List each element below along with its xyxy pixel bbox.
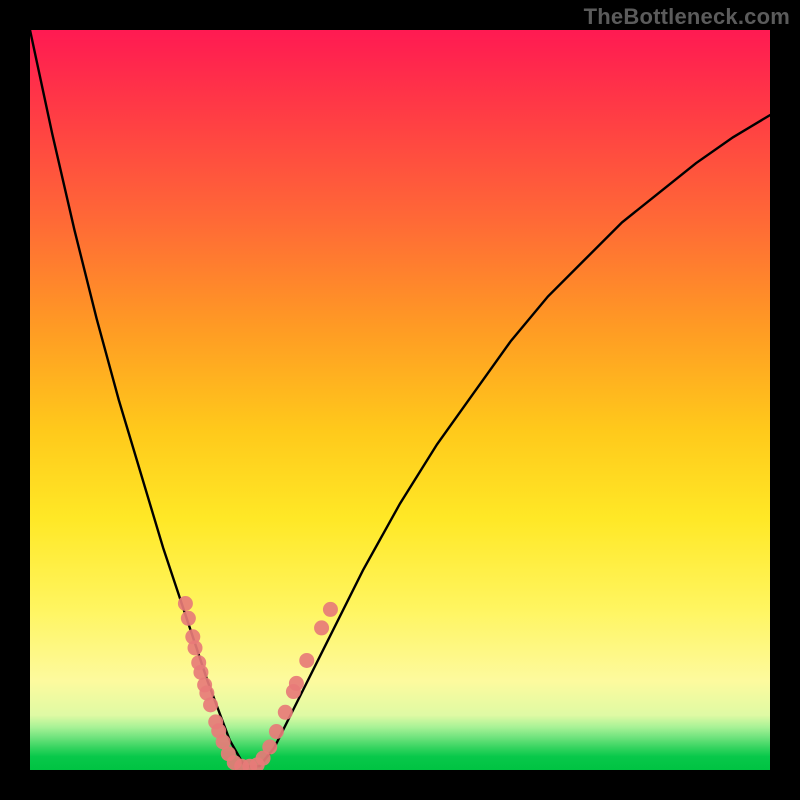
marker-dot <box>323 602 338 617</box>
bottleneck-curve <box>30 30 770 766</box>
marker-dot <box>314 620 329 635</box>
chart-frame: TheBottleneck.com <box>0 0 800 800</box>
marker-dot <box>188 640 203 655</box>
marker-dot <box>203 697 218 712</box>
marker-dot <box>262 740 277 755</box>
axis-right-mask <box>770 30 800 770</box>
marker-dot <box>289 676 304 691</box>
marker-dot <box>269 724 284 739</box>
marker-group <box>178 596 338 770</box>
marker-dot <box>278 705 293 720</box>
curve-layer <box>30 30 770 770</box>
marker-dot <box>178 596 193 611</box>
watermark-text: TheBottleneck.com <box>584 4 790 30</box>
plot-area <box>30 30 770 770</box>
marker-dot <box>299 653 314 668</box>
marker-dot <box>181 611 196 626</box>
